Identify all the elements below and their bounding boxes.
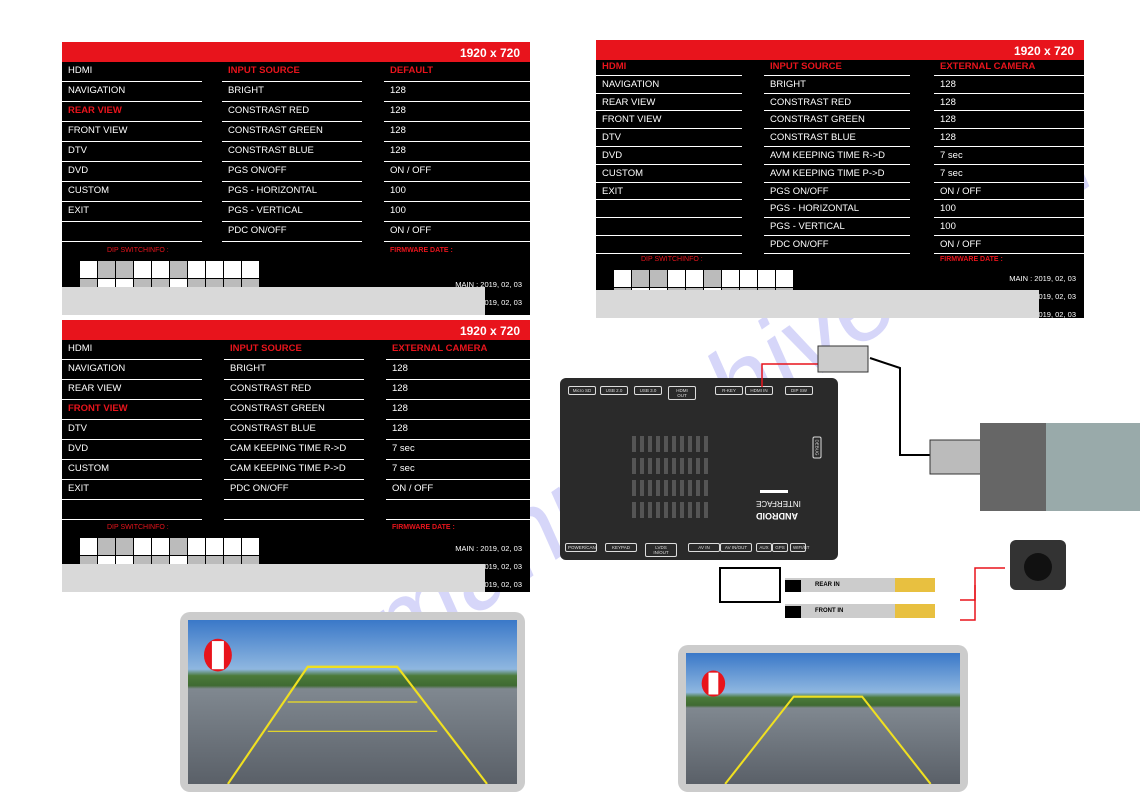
front-camera-display bbox=[678, 645, 968, 792]
rear-camera-display bbox=[180, 612, 525, 792]
wiring bbox=[719, 345, 1140, 621]
rear-in-label: REAR IN bbox=[785, 580, 865, 592]
front-in-label: FRONT IN bbox=[785, 606, 865, 618]
